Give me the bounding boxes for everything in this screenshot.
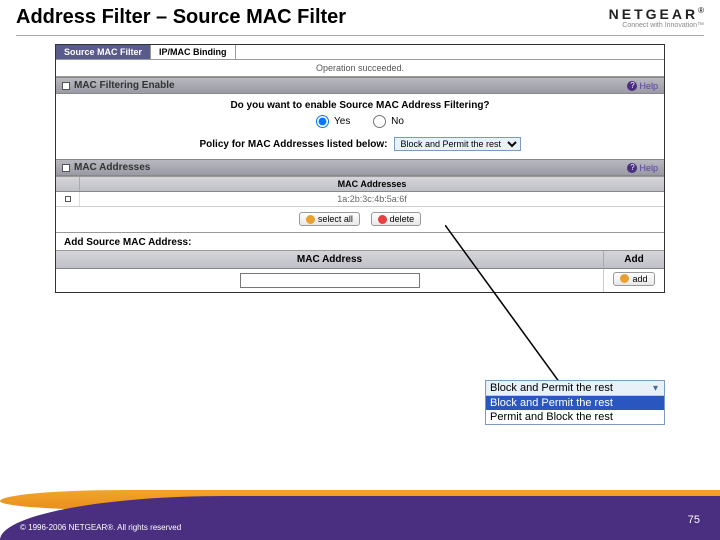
help-label: Help [639,81,658,91]
logo-registered: ® [698,6,704,15]
copyright: © 1996-2006 NETGEAR®. All rights reserve… [20,523,181,532]
help-link-mac[interactable]: ? Help [627,163,658,173]
section-title: MAC Filtering Enable [74,80,175,91]
add-source-label: Add Source MAC Address: [56,232,664,250]
policy-label: Policy for MAC Addresses listed below: [199,139,387,150]
add-icon [620,274,629,283]
swoosh-purple [0,496,720,540]
section-title: MAC Addresses [74,162,150,173]
tab-ip-mac-binding[interactable]: IP/MAC Binding [151,45,236,59]
policy-dropdown-callout: Block and Permit the rest ▾ Block and Pe… [485,380,665,425]
add-col-mac: MAC Address [56,251,604,269]
select-all-button[interactable]: select all [299,212,360,226]
page-title: Address Filter – Source MAC Filter [16,6,346,29]
add-input-cell [56,269,604,292]
mac-col-header: MAC Addresses [80,177,664,191]
mac-address-input[interactable] [240,273,420,288]
help-link-filter[interactable]: ? Help [627,81,658,91]
section-filter-enable: MAC Filtering Enable ? Help [56,77,664,94]
help-icon: ? [627,81,637,91]
add-button-cell: add [604,269,664,292]
enable-question: Do you want to enable Source MAC Address… [64,100,656,111]
dropdown-selected[interactable]: Block and Permit the rest ▾ [486,381,664,396]
slide-header: Address Filter – Source MAC Filter NETGE… [0,0,720,33]
tab-source-mac-filter[interactable]: Source MAC Filter [56,45,151,59]
section-icon [62,82,70,90]
chevron-down-icon: ▾ [651,383,660,394]
dropdown-option-permit[interactable]: Permit and Block the rest [486,410,664,424]
page-number: 75 [688,514,700,526]
dropdown-option-block[interactable]: Block and Permit the rest [486,396,664,410]
footer: © 1996-2006 NETGEAR®. All rights reserve… [0,482,720,540]
add-grid: MAC Address Add add [56,250,664,292]
policy-select[interactable]: Block and Permit the rest [394,137,521,151]
mac-value: 1a:2b:3c:4b:5a:6f [80,192,664,206]
logo-text: NETGEAR [609,6,698,22]
tab-bar: Source MAC Filter IP/MAC Binding [56,45,664,59]
radio-yes[interactable]: Yes [316,115,350,128]
add-button[interactable]: add [613,272,654,286]
help-icon: ? [627,163,637,173]
radio-group: Yes No [64,115,656,131]
mac-table-header: MAC Addresses [56,176,664,192]
header-rule [16,35,704,36]
policy-row: Policy for MAC Addresses listed below: B… [64,137,656,151]
row-checkbox[interactable] [65,196,71,202]
section-icon [62,164,70,172]
checkbox-col-header [56,177,80,191]
row-checkbox-cell [56,192,80,206]
select-all-icon [306,215,315,224]
add-col-add: Add [604,251,664,269]
table-row: 1a:2b:3c:4b:5a:6f [56,192,664,207]
status-message: Operation succeeded. [56,59,664,77]
action-row: select all delete [56,207,664,232]
brand-logo: NETGEAR® Connect with Innovation™ [609,6,704,29]
section-mac-addresses: MAC Addresses ? Help [56,159,664,176]
logo-tagline: Connect with Innovation™ [609,22,704,29]
config-panel: Source MAC Filter IP/MAC Binding Operati… [55,44,665,293]
delete-button[interactable]: delete [371,212,422,226]
radio-no-input[interactable] [373,115,386,128]
radio-yes-input[interactable] [316,115,329,128]
filter-form: Do you want to enable Source MAC Address… [56,94,664,159]
help-label: Help [639,163,658,173]
delete-icon [378,215,387,224]
radio-no[interactable]: No [373,115,404,128]
